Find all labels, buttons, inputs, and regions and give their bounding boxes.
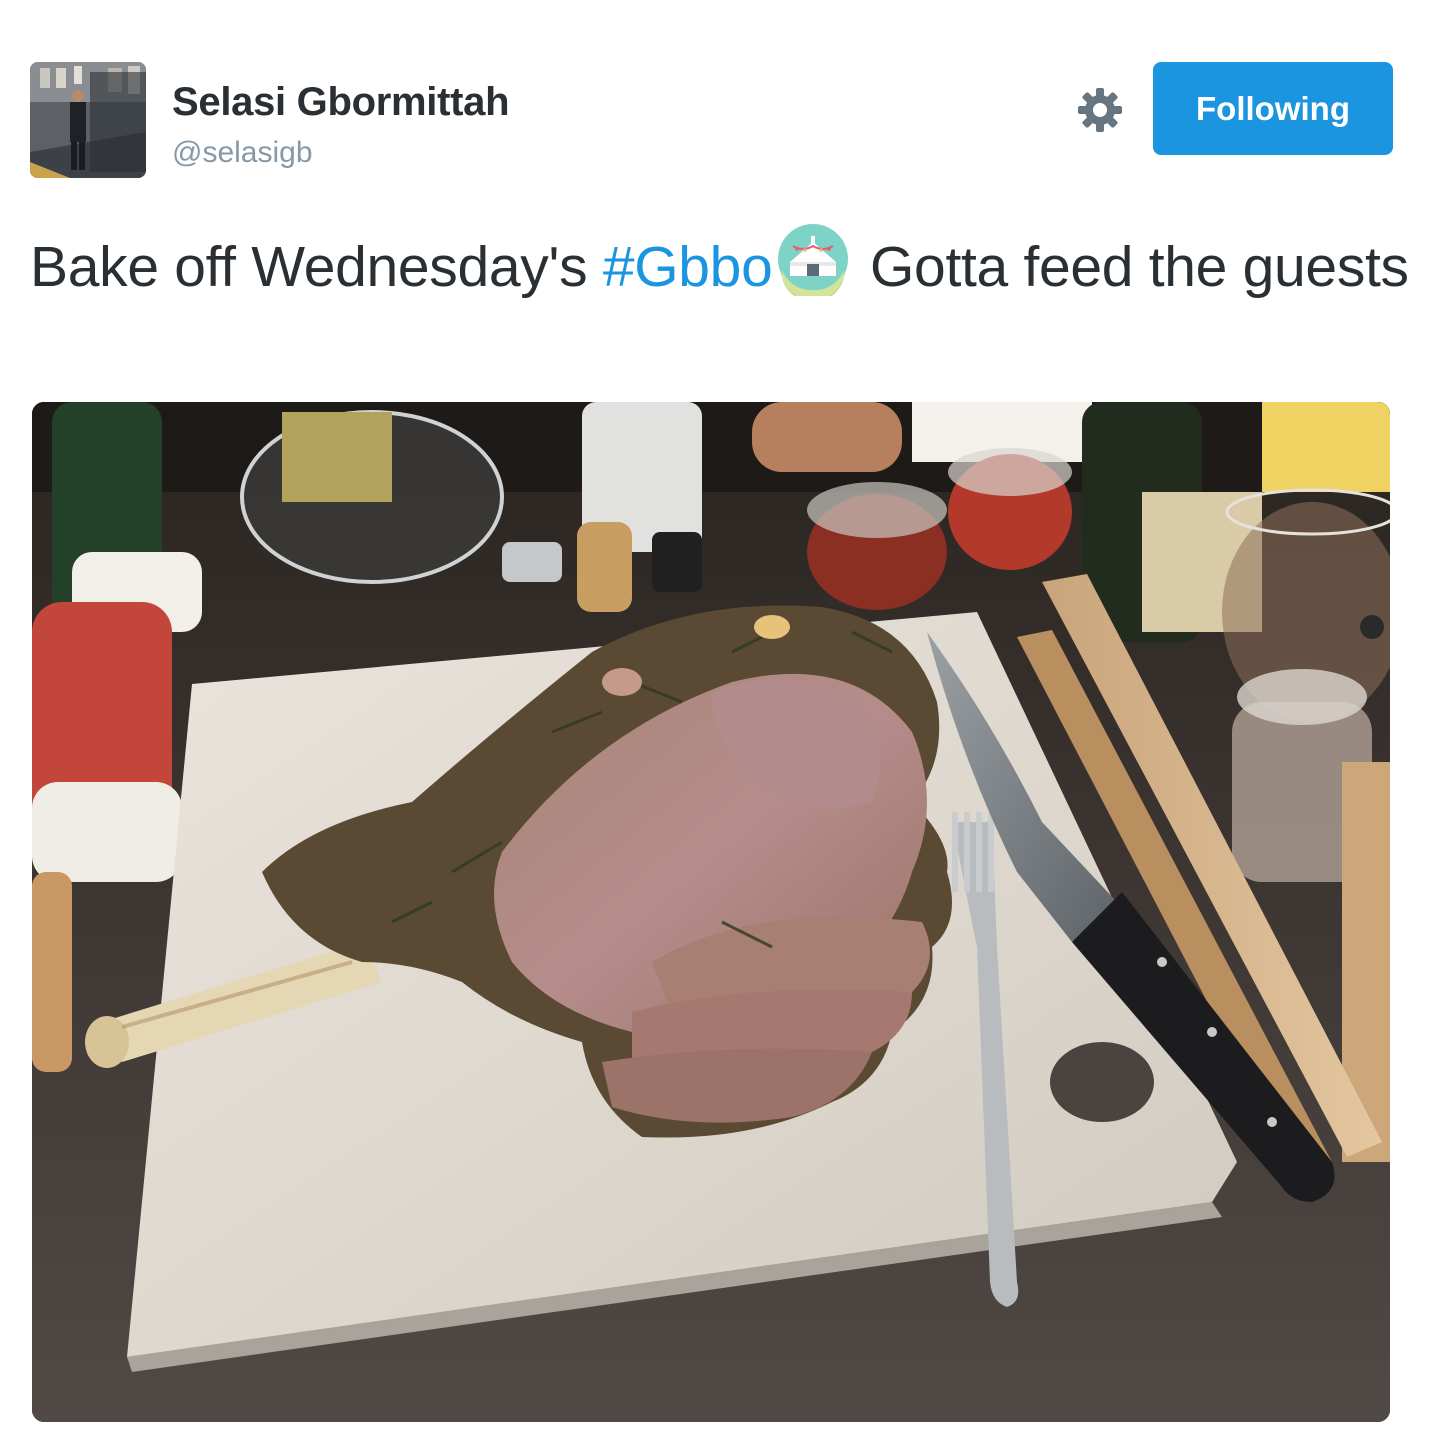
following-button[interactable]: Following	[1153, 62, 1393, 155]
user-handle[interactable]: @selasigb	[172, 136, 313, 170]
hashtag-link[interactable]: #Gbbo	[603, 235, 773, 299]
tweet-text: Bake off Wednesday's #Gbbo Gotta feed th…	[30, 222, 1420, 307]
display-name[interactable]: Selasi Gbormittah	[172, 80, 510, 125]
bake-off-tent-icon[interactable]	[776, 222, 850, 296]
avatar-photo	[30, 62, 146, 178]
avatar[interactable]	[30, 62, 146, 178]
tweet-card: Selasi Gbormittah @selasigb Following Ba…	[0, 0, 1440, 1440]
gear-icon[interactable]	[1074, 84, 1126, 136]
tweet-photo[interactable]	[32, 402, 1390, 1422]
tweet-text-before: Bake off Wednesday's	[30, 235, 603, 299]
roast-lamb-photo	[32, 402, 1390, 1422]
tweet-text-after: Gotta feed the guests	[854, 235, 1409, 299]
tweet-header: Selasi Gbormittah @selasigb Following	[0, 0, 1440, 200]
